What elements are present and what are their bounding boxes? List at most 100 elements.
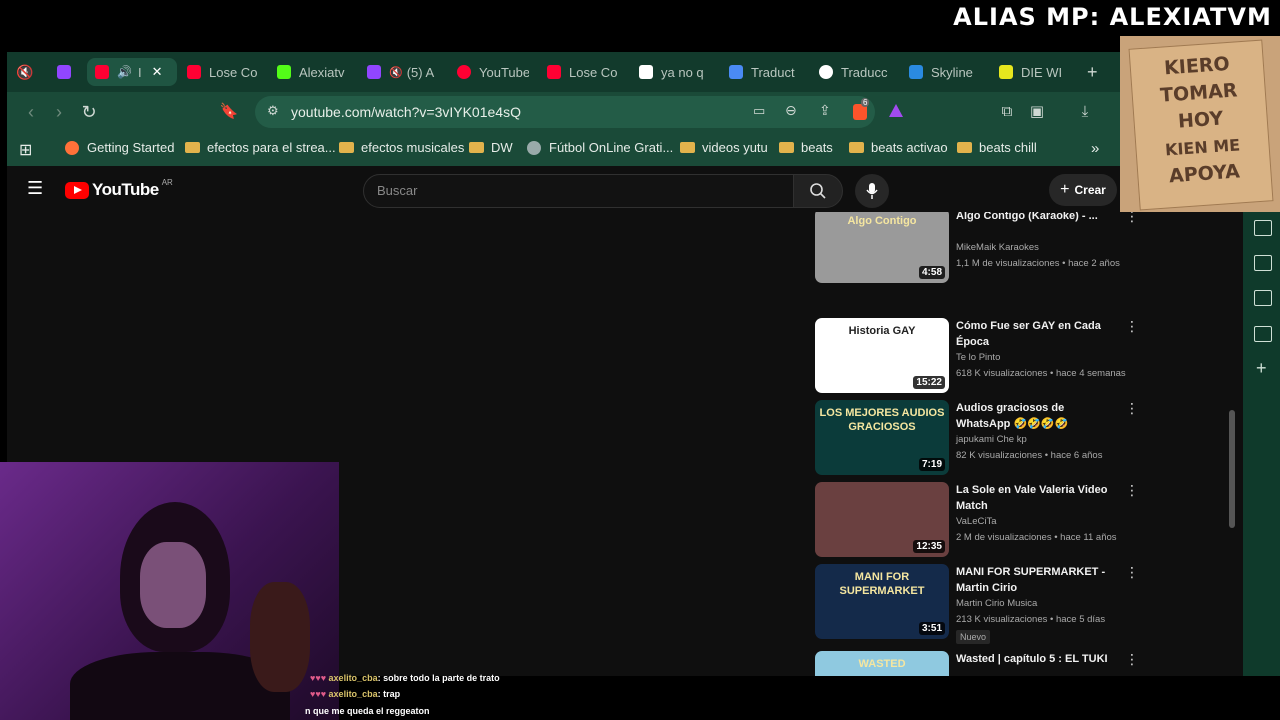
scrollbar-thumb[interactable] <box>1229 410 1235 528</box>
video-title[interactable]: Cómo Fue ser GAY en Cada Época <box>956 318 1121 350</box>
new-tab-button[interactable]: + <box>1087 58 1107 86</box>
tab-notion[interactable]: ya no q <box>639 58 711 86</box>
video-channel[interactable]: VaLeCiTa <box>956 516 997 527</box>
video-thumbnail[interactable]: LOS MEJORES AUDIOS GRACIOSOS 7:19 <box>815 400 949 475</box>
chat-text: n que me queda el reggeaton <box>305 706 430 716</box>
video-channel[interactable]: Martin Cirio Musica <box>956 598 1037 609</box>
video-item[interactable]: WASTED21:25 Wasted | capítulo 5 : EL TUKI… <box>815 651 1139 676</box>
video-thumbnail[interactable]: Historia GAY 15:22 <box>815 318 949 393</box>
folder-icon <box>339 142 354 153</box>
region-code: AR <box>161 177 173 187</box>
wallet-icon[interactable] <box>1254 255 1272 271</box>
more-options-icon[interactable]: ⋮ <box>1125 319 1139 333</box>
video-channel[interactable]: japukami Che kp <box>956 434 1027 445</box>
youtube-icon <box>187 65 201 79</box>
downloads-button[interactable]: ⤓ <box>1075 102 1095 122</box>
video-title[interactable]: Audios graciosos de WhatsApp 🤣🤣🤣🤣 <box>956 400 1121 432</box>
apps-button[interactable]: ⊞ <box>19 140 32 160</box>
close-tab-icon[interactable]: ✕ <box>152 64 163 80</box>
video-icon[interactable] <box>1254 220 1272 236</box>
bookmark-futbol[interactable]: Fútbol OnLine Grati... <box>527 140 673 155</box>
video-item[interactable]: Algo Contigo 4:58 Algo Contigo (Karaoke) -… <box>815 212 1139 288</box>
video-thumbnail[interactable]: MANI FOR SUPERMARKET 3:51 <box>815 564 949 639</box>
chat-username: axelito_cba <box>328 689 378 699</box>
wallet-button[interactable]: ▣ <box>1027 102 1047 122</box>
thumbnail-text: WASTED <box>858 658 906 670</box>
more-options-icon[interactable]: ⋮ <box>1125 483 1139 497</box>
video-item[interactable]: LOS MEJORES AUDIOS GRACIOSOS 7:19 Audios g… <box>815 400 1139 480</box>
video-title[interactable]: MANI FOR SUPERMARKET - Martin Cirio <box>956 564 1121 596</box>
bookmark-beats[interactable]: beats <box>779 140 833 155</box>
video-thumbnail[interactable]: WASTED21:25 <box>815 651 949 676</box>
bookmark-button[interactable]: 🔖 <box>219 102 239 122</box>
video-title[interactable]: Wasted | capítulo 5 : EL TUKI <box>956 651 1121 667</box>
tab-die[interactable]: DIE WI <box>999 58 1071 86</box>
video-item[interactable]: Historia GAY 15:22 Cómo Fue ser GAY en Cad… <box>815 318 1139 398</box>
reading-list-icon[interactable] <box>1254 326 1272 342</box>
tab-twitch-5[interactable]: 🔇 (5) A <box>367 58 439 86</box>
search-button[interactable] <box>793 174 843 208</box>
voice-search-button[interactable] <box>855 174 889 208</box>
tab-muted[interactable]: 🔇 <box>15 58 39 86</box>
create-button[interactable]: + Crear <box>1049 174 1117 206</box>
chevron-right-icon: › <box>56 102 62 122</box>
bookmark-beats-chill[interactable]: beats chill <box>957 140 1037 155</box>
cast-icon[interactable]: ▭ <box>753 103 765 119</box>
url-text: youtube.com/watch?v=3vIYK01e4sQ <box>291 104 521 120</box>
menu-button[interactable]: ☰ <box>27 178 43 199</box>
back-button[interactable]: ‹ <box>21 102 41 122</box>
tab-translate[interactable]: Traduct <box>729 58 801 86</box>
add-sidebar-icon[interactable]: + <box>1256 358 1267 379</box>
hamburger-icon: ☰ <box>27 178 44 198</box>
video-title[interactable]: La Sole en Vale Valeria Video Match <box>956 482 1121 514</box>
tab-youtube-music[interactable]: YouTube <box>457 58 529 86</box>
video-channel[interactable]: Te lo Pinto <box>956 352 1000 363</box>
url-field[interactable]: ⚙ youtube.com/watch?v=3vIYK01e4sQ ▭ ⊖ ⇪ … <box>255 96 875 128</box>
bookmark-efectos-stream[interactable]: efectos para el strea... <box>185 140 336 155</box>
zoom-icon[interactable]: ⊖ <box>785 102 797 119</box>
extensions-button[interactable]: ⧉ <box>997 102 1017 122</box>
chat-message: ♥♥♥ axelito_cba: sobre todo la parte de … <box>310 673 500 683</box>
bookmark-dw[interactable]: DW <box>469 140 513 155</box>
more-options-icon[interactable]: ⋮ <box>1125 401 1139 415</box>
youtube-logo[interactable]: YouTube AR <box>65 177 173 200</box>
bookmark-getting-started[interactable]: Getting Started <box>65 140 174 155</box>
twitch-icon <box>57 65 71 79</box>
bookmarks-icon[interactable] <box>1254 290 1272 306</box>
tab-label: ya no q <box>661 64 704 80</box>
forward-button[interactable]: › <box>49 102 69 122</box>
more-options-icon[interactable]: ⋮ <box>1125 212 1139 223</box>
video-item[interactable]: 12:35 La Sole en Vale Valeria Video Match… <box>815 482 1139 562</box>
tab-twitch[interactable] <box>51 58 77 86</box>
tab-kick[interactable]: Alexiatv <box>277 58 349 86</box>
site-settings-icon[interactable]: ⚙ <box>267 103 279 119</box>
video-item[interactable]: MANI FOR SUPERMARKET 3:51 MANI FOR SUPERMA… <box>815 564 1139 644</box>
thumbnail-text: LOS MEJORES AUDIOS GRACIOSOS <box>819 407 945 433</box>
tab-skyline[interactable]: Skyline <box>909 58 981 86</box>
video-channel[interactable]: MikeMaik Karaokes <box>956 242 1039 253</box>
tab-youtube-active[interactable]: 🔊 I ✕ <box>87 58 177 86</box>
tab-label: DIE WI <box>1021 64 1063 80</box>
share-icon[interactable]: ⇪ <box>819 102 831 119</box>
chat-username: axelito_cba <box>328 673 378 683</box>
bookmark-efectos-musicales[interactable]: efectos musicales <box>339 140 464 155</box>
video-thumbnail[interactable]: 12:35 <box>815 482 949 557</box>
bookmark-beats-activao[interactable]: beats activao <box>849 140 948 155</box>
tab-label: Lose Co <box>569 64 618 80</box>
brave-rewards-icon[interactable] <box>889 104 903 117</box>
tab-lose-control-2[interactable]: Lose Co <box>547 58 619 86</box>
tab-lose-control[interactable]: Lose Co <box>187 58 259 86</box>
reload-button[interactable]: ↻ <box>79 102 99 122</box>
bookmark-videos-yutu[interactable]: videos yutu <box>680 140 768 155</box>
search-input[interactable]: Buscar <box>363 174 795 208</box>
video-title[interactable]: Algo Contigo (Karaoke) - ... <box>956 212 1121 224</box>
tab-chatgpt[interactable]: Traducc <box>819 58 891 86</box>
more-options-icon[interactable]: ⋮ <box>1125 652 1139 666</box>
video-meta: 618 K visualizaciones • hace 4 semanas <box>956 368 1126 379</box>
video-thumbnail[interactable]: Algo Contigo 4:58 <box>815 212 949 283</box>
video-duration: 7:19 <box>918 458 945 471</box>
plus-icon: + <box>1060 181 1070 198</box>
guitar-shape <box>250 582 310 692</box>
more-bookmarks-button[interactable]: » <box>1091 140 1099 157</box>
more-options-icon[interactable]: ⋮ <box>1125 565 1139 579</box>
